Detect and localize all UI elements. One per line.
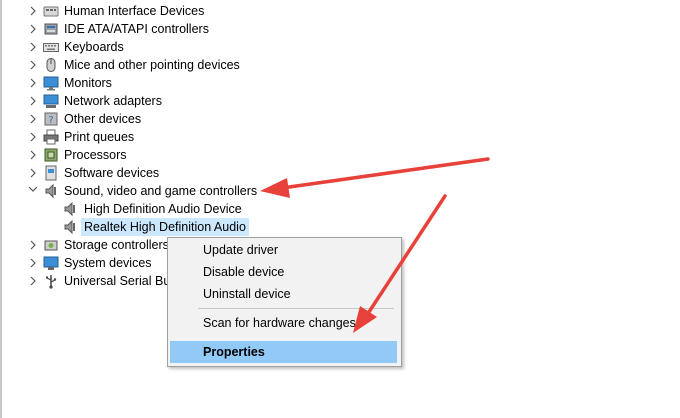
- tree-item-label: Network adapters: [64, 94, 162, 108]
- network-icon: [43, 93, 59, 109]
- tree-item-label: System devices: [64, 256, 152, 270]
- tree-item-label: IDE ATA/ATAPI controllers: [64, 22, 209, 36]
- chevron-right-icon[interactable]: [27, 254, 39, 272]
- tree-item-software-devices[interactable]: Software devices: [0, 164, 240, 182]
- hid-icon: [43, 3, 59, 19]
- processor-icon: [43, 147, 59, 163]
- chevron-down-icon[interactable]: [27, 182, 39, 200]
- menu-item-uninstall-device[interactable]: Uninstall device: [170, 283, 397, 305]
- chevron-right-icon[interactable]: [27, 236, 39, 254]
- chevron-right-icon[interactable]: [27, 92, 39, 110]
- mouse-icon: [43, 57, 59, 73]
- speaker-icon: [43, 183, 59, 199]
- tree-item-sound-video-game-controllers[interactable]: Sound, video and game controllers: [0, 182, 260, 200]
- chevron-right-icon[interactable]: [27, 20, 39, 38]
- software-device-icon: [43, 165, 59, 181]
- tree-item-label: Mice and other pointing devices: [64, 58, 240, 72]
- chevron-right-icon[interactable]: [27, 272, 39, 290]
- tree-item-label: Human Interface Devices: [64, 4, 205, 18]
- svg-text:?: ?: [48, 115, 53, 126]
- menu-item-disable-device[interactable]: Disable device: [170, 261, 397, 283]
- menu-separator: [198, 308, 394, 309]
- keyboard-icon: [43, 39, 59, 55]
- tree-item-label: Other devices: [64, 112, 142, 126]
- tree-item-label: Software devices: [64, 166, 160, 180]
- speaker-icon: [62, 219, 78, 235]
- tree-item-processors[interactable]: Processors: [0, 146, 240, 164]
- tree-item-network-adapters[interactable]: Network adapters: [0, 92, 240, 110]
- menu-item-scan-hardware-changes[interactable]: Scan for hardware changes: [170, 312, 397, 334]
- tree-item-human-interface-devices[interactable]: Human Interface Devices: [0, 2, 240, 20]
- tree-item-label: Realtek High Definition Audio: [81, 218, 249, 236]
- speaker-icon: [62, 201, 78, 217]
- tree-item-label: Storage controllers: [64, 238, 169, 252]
- chevron-right-icon[interactable]: [27, 38, 39, 56]
- chevron-right-icon[interactable]: [27, 128, 39, 146]
- context-menu: Update driver Disable device Uninstall d…: [167, 237, 402, 367]
- menu-item-properties[interactable]: Properties: [170, 341, 397, 363]
- tree-item-universal-serial-bus[interactable]: Universal Serial Bus: [0, 272, 177, 290]
- tree-item-label: Keyboards: [64, 40, 124, 54]
- tree-item-label: Processors: [64, 148, 127, 162]
- tree-item-keyboards[interactable]: Keyboards: [0, 38, 240, 56]
- tree-item-label: Sound, video and game controllers: [64, 184, 258, 198]
- tree-item-label: Monitors: [64, 76, 112, 90]
- tree-item-label: Universal Serial Bus: [64, 274, 177, 288]
- chevron-right-icon[interactable]: [27, 146, 39, 164]
- chevron-right-icon[interactable]: [27, 164, 39, 182]
- tree-item-mice[interactable]: Mice and other pointing devices: [0, 56, 240, 74]
- tree-item-storage-controllers[interactable]: Storage controllers: [0, 236, 169, 254]
- monitor-icon: [43, 75, 59, 91]
- printer-icon: [43, 129, 59, 145]
- tree-item-label: High Definition Audio Device: [84, 202, 242, 216]
- menu-item-update-driver[interactable]: Update driver: [170, 239, 397, 261]
- tree-item-label: Print queues: [64, 130, 135, 144]
- ide-icon: [43, 21, 59, 37]
- chevron-right-icon[interactable]: [27, 2, 39, 20]
- usb-icon: [43, 273, 59, 289]
- tree-item-realtek-high-definition-audio[interactable]: Realtek High Definition Audio: [0, 218, 250, 236]
- chevron-right-icon[interactable]: [27, 56, 39, 74]
- tree-item-system-devices[interactable]: System devices: [0, 254, 165, 272]
- tree-item-print-queues[interactable]: Print queues: [0, 128, 240, 146]
- tree-item-ide-controllers[interactable]: IDE ATA/ATAPI controllers: [0, 20, 240, 38]
- storage-icon: [43, 237, 59, 253]
- system-icon: [43, 255, 59, 271]
- tree-item-other-devices[interactable]: ? Other devices: [0, 110, 240, 128]
- chevron-right-icon[interactable]: [27, 74, 39, 92]
- chevron-right-icon[interactable]: [27, 110, 39, 128]
- unknown-device-icon: ?: [43, 111, 59, 127]
- arrow-to-sound-controllers: [260, 157, 490, 198]
- tree-item-high-definition-audio-device[interactable]: High Definition Audio Device: [0, 200, 250, 218]
- tree-item-monitors[interactable]: Monitors: [0, 74, 240, 92]
